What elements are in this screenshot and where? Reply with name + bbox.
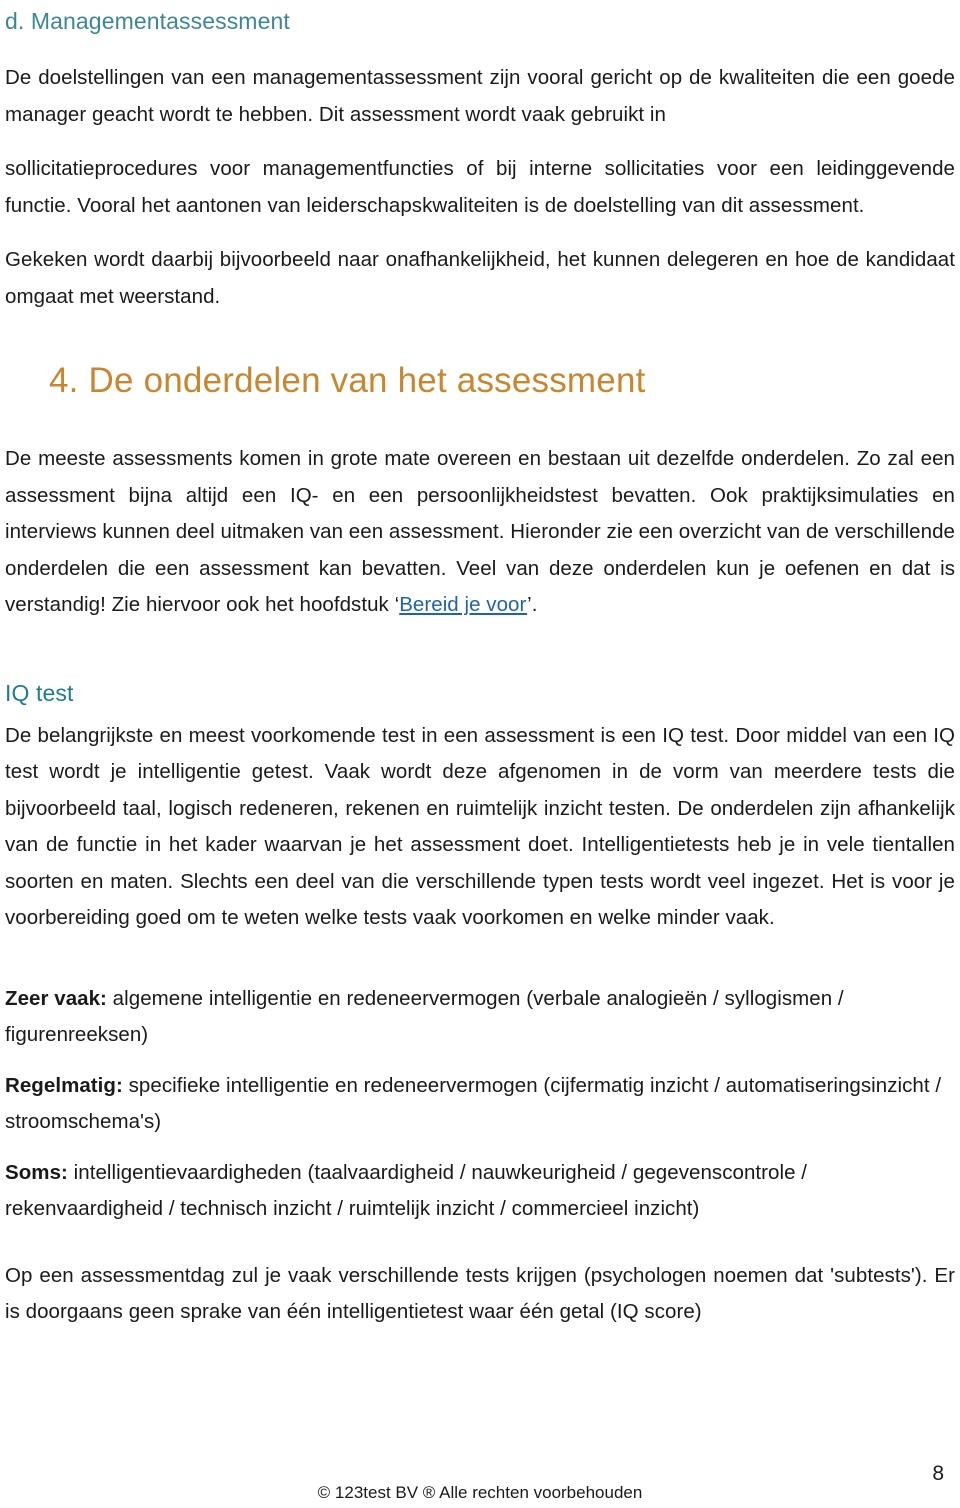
paragraph-sollicitatieprocedures: sollicitatieprocedures voor managementfu… (5, 157, 955, 217)
subheading-managementassessment: d. Managementassessment (5, 8, 290, 34)
chapter-heading-onderdelen: 4. De onderdelen van het assessment (49, 361, 646, 400)
chapter-intro-text-after-link: ’. (527, 593, 538, 616)
section-heading-iq-test: IQ test (5, 679, 74, 706)
frequency-item-regelmatig: Regelmatig: specifieke intelligentie en … (5, 1068, 955, 1141)
footer-copyright: © 123test BV ® Alle rechten voorbehouden (317, 1483, 643, 1502)
chapter-intro-text-before-link: De meeste assessments komen in grote mat… (5, 447, 955, 616)
document-page: d. Managementassessment De doelstellinge… (0, 0, 960, 1508)
frequency-text-soms: intelligentievaardigheden (taalvaardighe… (5, 1160, 808, 1221)
paragraph-closing-assessmentdag: Op een assessmentdag zul je vaak verschi… (5, 1263, 955, 1324)
frequency-label-soms: Soms: (5, 1160, 68, 1184)
frequency-item-zeer-vaak: Zeer vaak: algemene intelligentie en red… (5, 981, 955, 1054)
paragraph-iq-test: De belangrijkste en meest voorkomende te… (5, 723, 955, 930)
paragraph-chapter-intro: De meeste assessments komen in grote mat… (5, 441, 955, 624)
page-content: d. Managementassessment De doelstellinge… (5, 0, 955, 1331)
link-bereid-je-voor[interactable]: Bereid je voor (399, 593, 527, 616)
frequency-label-regelmatig: Regelmatig: (5, 1073, 123, 1097)
frequency-text-zeer-vaak: algemene intelligentie en redeneervermog… (5, 986, 844, 1047)
frequency-label-zeer-vaak: Zeer vaak: (5, 986, 107, 1010)
frequency-text-regelmatig: specifieke intelligentie en redeneerverm… (5, 1073, 942, 1134)
paragraph-gekeken-wordt: Gekeken wordt daarbij bijvoorbeeld naar … (5, 248, 955, 308)
paragraph-doelstellingen: De doelstellingen van een managementasse… (5, 66, 955, 126)
frequency-item-soms: Soms: intelligentievaardigheden (taalvaa… (5, 1155, 955, 1228)
